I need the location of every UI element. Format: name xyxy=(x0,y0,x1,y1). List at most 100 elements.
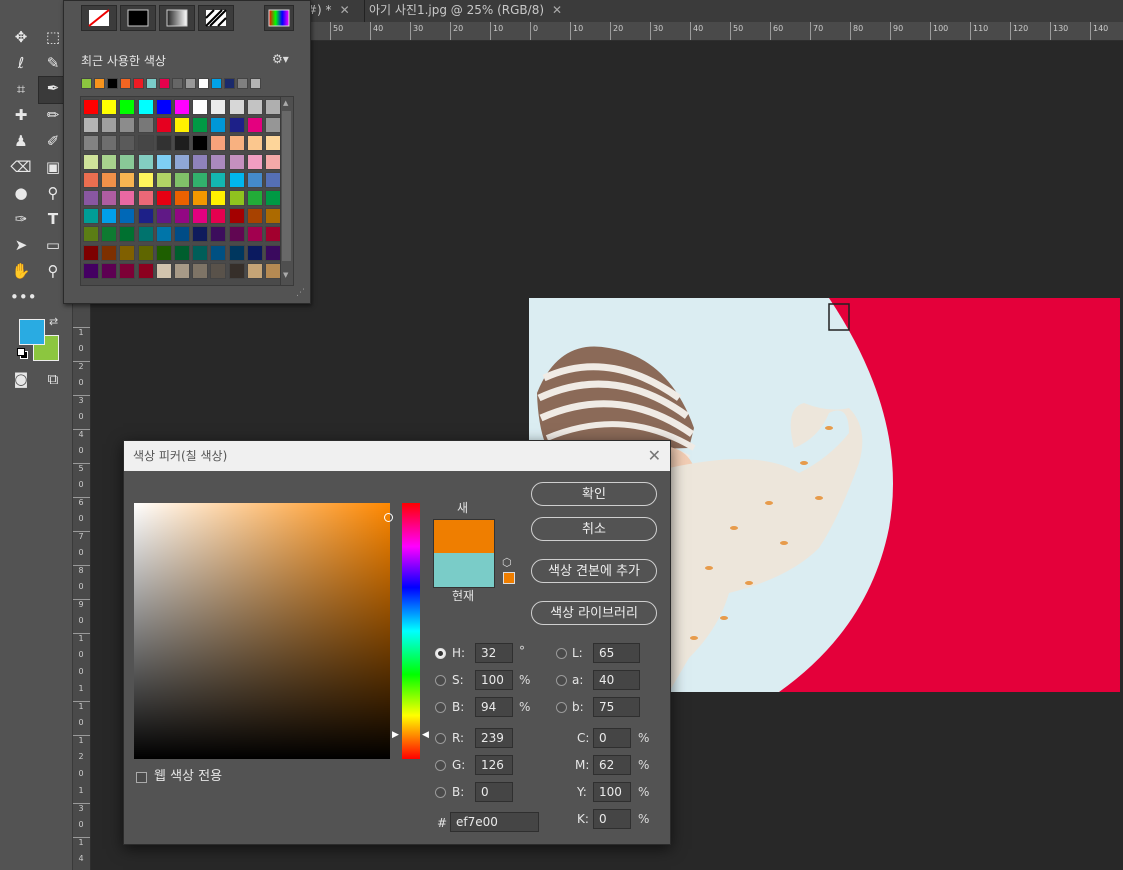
path-selection-tool-icon[interactable]: ➤ xyxy=(10,234,32,256)
lab-b-radio[interactable] xyxy=(556,702,567,713)
recent-color-swatch[interactable] xyxy=(146,78,157,89)
color-swatch[interactable] xyxy=(210,135,227,152)
brush-tool-icon[interactable]: ✏ xyxy=(42,104,64,126)
color-swatch[interactable] xyxy=(174,153,190,170)
color-swatch[interactable] xyxy=(192,226,209,243)
lasso-tool-icon[interactable]: ℓ xyxy=(10,52,32,74)
color-field[interactable] xyxy=(134,503,393,759)
color-swatch[interactable] xyxy=(192,117,209,134)
lab-l-radio[interactable] xyxy=(556,648,567,659)
color-swatch[interactable] xyxy=(228,244,245,261)
recent-color-swatch[interactable] xyxy=(133,78,144,89)
red-field[interactable]: 239 xyxy=(475,728,513,748)
current-color-preview[interactable] xyxy=(433,553,495,588)
color-swatch[interactable] xyxy=(174,226,190,243)
color-swatch[interactable] xyxy=(174,262,190,279)
cyan-field[interactable]: 0 xyxy=(593,728,631,748)
brightness-radio[interactable] xyxy=(435,702,446,713)
none-fill-button[interactable] xyxy=(81,5,117,31)
recent-color-swatch[interactable] xyxy=(120,78,131,89)
color-swatch[interactable] xyxy=(265,262,281,279)
gradient-tool-icon[interactable]: ▣ xyxy=(42,156,64,178)
color-swatch[interactable] xyxy=(137,262,154,279)
scroll-up-icon[interactable]: ▲ xyxy=(283,99,288,107)
color-swatch[interactable] xyxy=(101,190,118,206)
color-swatch[interactable] xyxy=(265,208,281,225)
color-swatch[interactable] xyxy=(101,99,118,115)
color-swatch[interactable] xyxy=(101,171,118,188)
web-safe-color-swatch[interactable] xyxy=(503,572,515,584)
color-swatch[interactable] xyxy=(137,226,154,243)
scroll-down-icon[interactable]: ▼ xyxy=(283,271,288,279)
recent-color-swatch[interactable] xyxy=(172,78,183,89)
recent-color-swatch[interactable] xyxy=(211,78,222,89)
web-colors-only-checkbox[interactable] xyxy=(136,772,147,783)
color-swatch[interactable] xyxy=(155,208,172,225)
color-swatch[interactable] xyxy=(101,262,118,279)
magenta-field[interactable]: 62 xyxy=(593,755,631,775)
history-brush-tool-icon[interactable]: ✐ xyxy=(42,130,64,152)
color-swatch[interactable] xyxy=(228,190,245,206)
recent-color-swatch[interactable] xyxy=(81,78,92,89)
color-swatch[interactable] xyxy=(228,117,245,134)
color-swatch[interactable] xyxy=(265,117,281,134)
color-swatch[interactable] xyxy=(101,135,118,152)
color-swatch[interactable] xyxy=(228,171,245,188)
color-swatch[interactable] xyxy=(137,171,154,188)
color-swatch[interactable] xyxy=(101,226,118,243)
recent-color-swatch[interactable] xyxy=(107,78,118,89)
pen-tool-icon[interactable]: ✑ xyxy=(10,208,32,230)
color-swatch[interactable] xyxy=(101,117,118,134)
ok-button[interactable]: 확인 xyxy=(531,482,657,506)
color-swatch[interactable] xyxy=(101,153,118,170)
crop-tool-icon[interactable]: ⌗ xyxy=(10,78,32,100)
recent-color-swatch[interactable] xyxy=(185,78,196,89)
color-swatch[interactable] xyxy=(192,153,209,170)
color-swatch[interactable] xyxy=(137,190,154,206)
dodge-tool-icon[interactable]: ⚲ xyxy=(42,182,64,204)
color-swatch[interactable] xyxy=(265,226,281,243)
hue-radio[interactable] xyxy=(435,648,446,659)
blur-tool-icon[interactable]: ● xyxy=(10,182,32,204)
hue-slider-left-arrow-icon[interactable]: ▶ xyxy=(392,730,399,740)
color-swatch[interactable] xyxy=(246,208,263,225)
color-swatch[interactable] xyxy=(119,208,136,225)
color-swatch[interactable] xyxy=(101,208,118,225)
color-swatch[interactable] xyxy=(137,135,154,152)
hue-slider[interactable] xyxy=(402,503,420,759)
scroll-thumb[interactable] xyxy=(282,111,291,261)
color-swatch[interactable] xyxy=(228,99,245,115)
color-swatch[interactable] xyxy=(119,262,136,279)
color-swatch[interactable] xyxy=(101,244,118,261)
color-swatch[interactable] xyxy=(210,117,227,134)
lab-a-radio[interactable] xyxy=(556,675,567,686)
cancel-button[interactable]: 취소 xyxy=(531,517,657,541)
color-picker-button[interactable] xyxy=(264,5,294,31)
color-swatch[interactable] xyxy=(246,117,263,134)
color-swatch[interactable] xyxy=(210,171,227,188)
eraser-tool-icon[interactable]: ⌫ xyxy=(10,156,32,178)
document-tab[interactable]: #) * ✕ xyxy=(307,0,350,22)
brightness-field[interactable]: 94 xyxy=(475,697,513,717)
color-swatch[interactable] xyxy=(228,153,245,170)
color-swatch[interactable] xyxy=(119,153,136,170)
recent-color-swatch[interactable] xyxy=(224,78,235,89)
swatch-scrollbar[interactable]: ▲ ▼ xyxy=(280,97,293,285)
color-swatch[interactable] xyxy=(228,208,245,225)
color-swatch[interactable] xyxy=(155,262,172,279)
color-swatch[interactable] xyxy=(246,171,263,188)
more-tools-icon[interactable]: ••• xyxy=(10,286,37,308)
color-swatch[interactable] xyxy=(246,135,263,152)
color-swatch[interactable] xyxy=(83,190,99,206)
rectangle-tool-icon[interactable]: ▭ xyxy=(42,234,64,256)
zoom-tool-icon[interactable]: ⚲ xyxy=(42,260,64,282)
color-swatch[interactable] xyxy=(155,226,172,243)
color-swatch[interactable] xyxy=(83,99,99,115)
color-swatch[interactable] xyxy=(174,190,190,206)
color-swatch[interactable] xyxy=(246,153,263,170)
color-swatch[interactable] xyxy=(83,153,99,170)
color-swatch[interactable] xyxy=(174,208,190,225)
document-tab[interactable]: 아기 사진1.jpg @ 25% (RGB/8) ✕ xyxy=(364,0,562,22)
color-swatch[interactable] xyxy=(246,244,263,261)
screen-mode-icon[interactable]: ⧉ xyxy=(42,368,64,390)
